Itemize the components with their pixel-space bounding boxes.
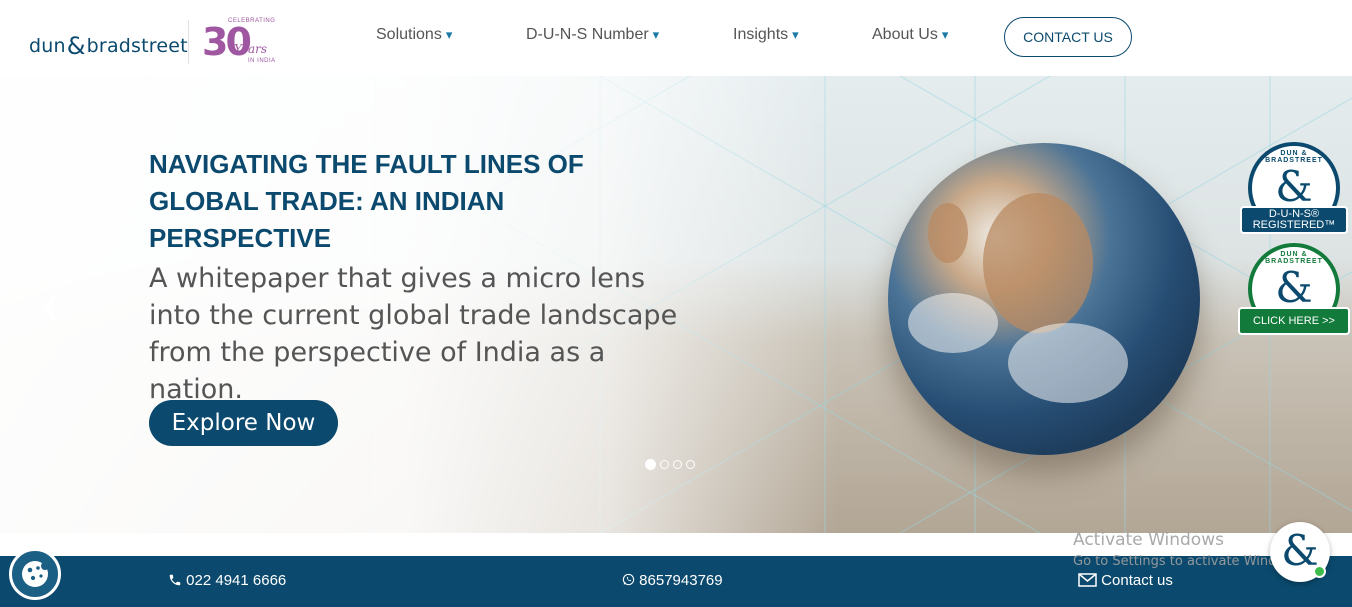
online-status-indicator bbox=[1313, 565, 1326, 578]
dnb-ampersand-icon: & bbox=[1275, 263, 1313, 312]
envelope-icon bbox=[1078, 573, 1097, 587]
carousel-dot[interactable] bbox=[673, 460, 682, 469]
whatsapp-link[interactable]: 8657943769 bbox=[622, 572, 723, 589]
badge-registered-label: D-U-N-S® REGISTERED™ bbox=[1240, 206, 1348, 234]
anniversary-in-india: IN INDIA bbox=[248, 58, 276, 64]
globe-cloud bbox=[908, 293, 998, 353]
badge-click-here-label: CLICK HERE >> bbox=[1238, 307, 1350, 335]
nav-solutions-label: Solutions bbox=[376, 26, 442, 43]
phone-link[interactable]: 022 4941 6666 bbox=[168, 572, 286, 589]
hero-subtitle: A whitepaper that gives a micro lens int… bbox=[149, 263, 678, 405]
dnb-ampersand-icon: & bbox=[1275, 162, 1313, 211]
phone-icon bbox=[169, 574, 181, 586]
globe-continent bbox=[983, 193, 1093, 333]
whatsapp-number: 8657943769 bbox=[639, 572, 723, 589]
carousel-dot[interactable] bbox=[660, 460, 669, 469]
cookie-icon bbox=[22, 561, 49, 587]
duns-click-here-badge[interactable]: DUN & BRADSTREET & CLICK HERE >> bbox=[1238, 243, 1350, 339]
contact-us-button[interactable]: CONTACT US bbox=[1004, 17, 1132, 57]
chevron-down-icon: ▾ bbox=[792, 27, 799, 42]
nav-insights-label: Insights bbox=[733, 26, 789, 43]
cookie-settings-button[interactable] bbox=[9, 548, 61, 600]
chevron-down-icon: ▾ bbox=[652, 27, 660, 42]
phone-number: 022 4941 6666 bbox=[186, 572, 287, 589]
logo-text-dun: dun bbox=[29, 35, 66, 57]
earth-globe-image bbox=[888, 143, 1200, 455]
contact-us-text: Contact us bbox=[1101, 572, 1173, 589]
carousel-prev-arrow-icon[interactable] bbox=[40, 290, 76, 330]
hero-title: NAVIGATING THE FAULT LINES OF GLOBAL TRA… bbox=[149, 149, 584, 253]
nav-duns-number[interactable]: D-U-N-S Number ▾ bbox=[526, 26, 659, 44]
duns-registered-badge[interactable]: DUN & BRADSTREET & D-U-N-S® REGISTERED™ bbox=[1240, 142, 1348, 238]
chat-assistant-button[interactable]: & bbox=[1270, 522, 1330, 582]
logo-ampersand: & bbox=[66, 32, 86, 60]
dun-bradstreet-logo[interactable]: dun&bradstreet bbox=[29, 30, 188, 60]
logo-divider bbox=[188, 20, 189, 64]
badge-registered-text: REGISTERED™ bbox=[1252, 219, 1336, 231]
hero-carousel: NAVIGATING THE FAULT LINES OF GLOBAL TRA… bbox=[0, 76, 1352, 533]
globe-cloud bbox=[1008, 323, 1128, 403]
contact-us-link[interactable]: Contact us bbox=[1078, 572, 1173, 589]
anniversary-years: Years bbox=[234, 42, 268, 56]
carousel-dot[interactable] bbox=[645, 459, 656, 470]
carousel-dot[interactable] bbox=[686, 460, 695, 469]
chevron-down-icon: ▾ bbox=[445, 27, 453, 42]
nav-duns-label: D-U-N-S Number bbox=[526, 26, 649, 43]
whatsapp-icon bbox=[622, 573, 635, 586]
nav-solutions[interactable]: Solutions ▾ bbox=[376, 26, 452, 44]
explore-now-button[interactable]: Explore Now bbox=[149, 400, 338, 446]
anniversary-logo: CELEBRATING 30 Years IN INDIA bbox=[200, 16, 284, 68]
site-header: dun&bradstreet CELEBRATING 30 Years IN I… bbox=[0, 0, 1352, 76]
chevron-down-icon: ▾ bbox=[941, 27, 949, 42]
nav-about-label: About Us bbox=[872, 26, 938, 43]
logo-text-bradstreet: bradstreet bbox=[86, 35, 188, 57]
carousel-indicators bbox=[645, 459, 695, 470]
nav-about-us[interactable]: About Us ▾ bbox=[872, 26, 948, 44]
globe-continent bbox=[928, 203, 968, 263]
nav-insights[interactable]: Insights ▾ bbox=[733, 26, 799, 44]
